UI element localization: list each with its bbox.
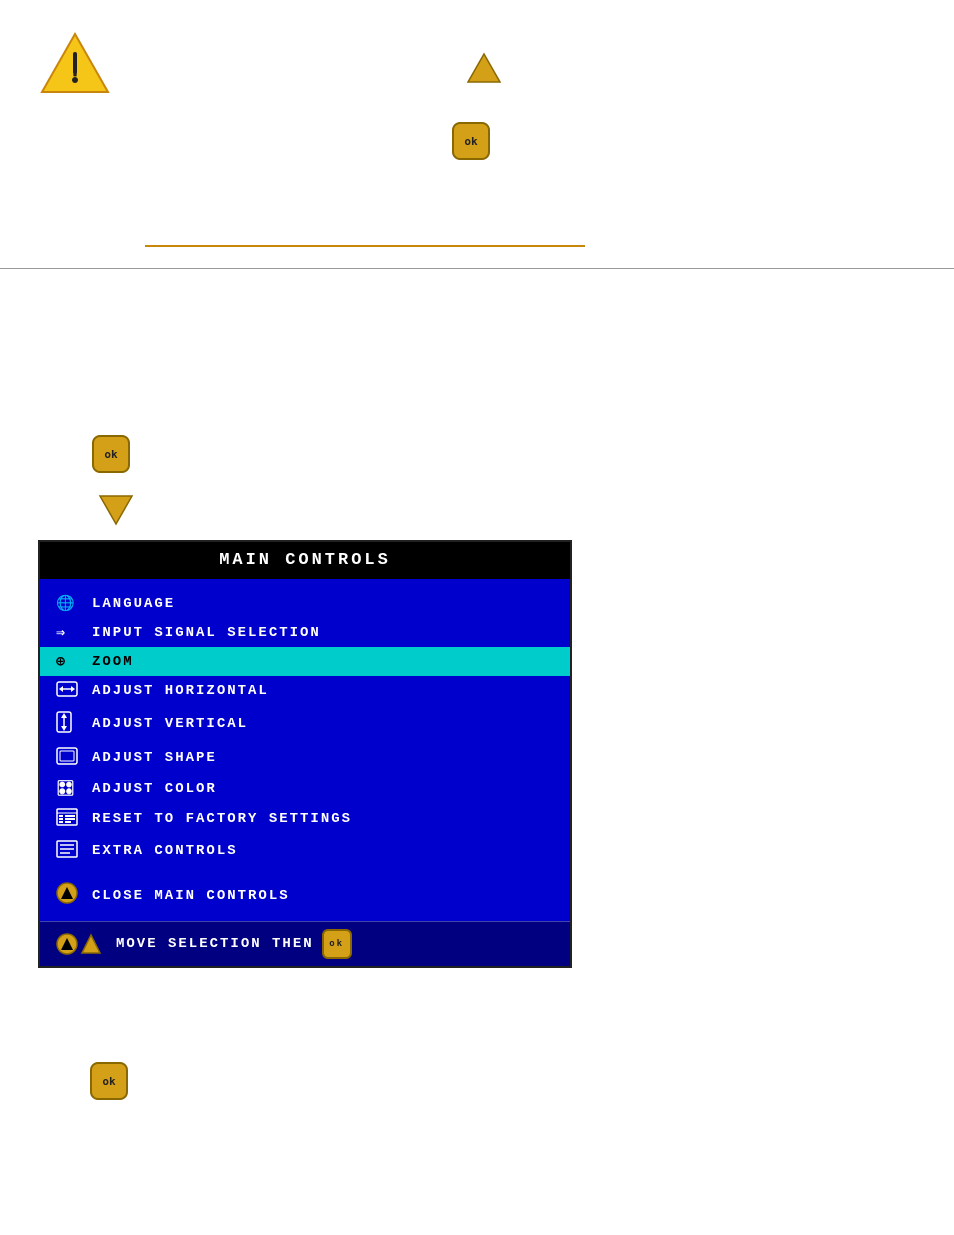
adjust-color-icon: 🎛 <box>56 779 80 798</box>
osd-menu: MAIN CONTROLS 🌐 LANGUAGE ⇒ INPUT SIGNAL … <box>38 540 572 968</box>
menu-item-adjust-horizontal[interactable]: ADJUST HORIZONTAL <box>40 676 570 706</box>
extra-controls-icon <box>56 840 80 862</box>
footer-text: MOVE SELECTION THEN <box>116 936 314 952</box>
reset-factory-icon <box>56 808 80 830</box>
close-icon <box>56 882 80 909</box>
down-button-mid[interactable] <box>96 490 136 535</box>
footer-icons <box>56 933 108 955</box>
osd-title: MAIN CONTROLS <box>40 542 570 579</box>
warning-icon: ! <box>40 30 110 100</box>
up-button-top[interactable] <box>464 48 504 93</box>
menu-item-adjust-vertical[interactable]: ADJUST VERTICAL <box>40 706 570 742</box>
ok-icon-mid[interactable]: ok <box>92 435 130 473</box>
zoom-label: ZOOM <box>92 654 134 670</box>
menu-item-input-signal[interactable]: ⇒ INPUT SIGNAL SELECTION <box>40 618 570 647</box>
ok-button-top[interactable]: ok <box>452 122 490 160</box>
adjust-vertical-icon <box>56 711 80 737</box>
adjust-horizontal-icon <box>56 681 80 701</box>
adjust-horizontal-label: ADJUST HORIZONTAL <box>92 683 269 699</box>
menu-item-language[interactable]: 🌐 LANGUAGE <box>40 589 570 618</box>
adjust-vertical-label: ADJUST VERTICAL <box>92 716 248 732</box>
adjust-shape-label: ADJUST SHAPE <box>92 750 217 766</box>
ok-icon-bottom[interactable]: ok <box>90 1062 128 1100</box>
menu-item-close[interactable]: CLOSE MAIN CONTROLS <box>40 877 570 917</box>
input-signal-icon: ⇒ <box>56 623 80 642</box>
menu-item-reset-factory[interactable]: RESET TO FACTORY SETTINGS <box>40 803 570 835</box>
footer-ok-btn: ok <box>322 929 352 959</box>
input-signal-label: INPUT SIGNAL SELECTION <box>92 625 321 641</box>
osd-footer: MOVE SELECTION THEN ok <box>40 921 570 966</box>
ok-button-bottom[interactable]: ok <box>90 1062 128 1100</box>
orange-underline <box>145 245 585 247</box>
reset-factory-label: RESET TO FACTORY SETTINGS <box>92 811 352 827</box>
osd-items: 🌐 LANGUAGE ⇒ INPUT SIGNAL SELECTION ⊕ ZO… <box>40 579 570 921</box>
adjust-color-label: ADJUST COLOR <box>92 781 217 797</box>
ok-icon-top[interactable]: ok <box>452 122 490 160</box>
menu-item-adjust-color[interactable]: 🎛 ADJUST COLOR <box>40 774 570 803</box>
language-label: LANGUAGE <box>92 596 175 612</box>
section-divider <box>0 268 954 269</box>
menu-item-zoom[interactable]: ⊕ ZOOM <box>40 647 570 676</box>
close-label: CLOSE MAIN CONTROLS <box>92 888 290 904</box>
adjust-shape-icon <box>56 747 80 769</box>
menu-item-adjust-shape[interactable]: ADJUST SHAPE <box>40 742 570 774</box>
menu-separator <box>40 867 570 877</box>
zoom-icon: ⊕ <box>56 652 80 671</box>
ok-button-mid[interactable]: ok <box>92 435 130 473</box>
extra-controls-label: EXTRA CONTROLS <box>92 843 238 859</box>
language-icon: 🌐 <box>56 594 80 613</box>
menu-item-extra-controls[interactable]: EXTRA CONTROLS <box>40 835 570 867</box>
